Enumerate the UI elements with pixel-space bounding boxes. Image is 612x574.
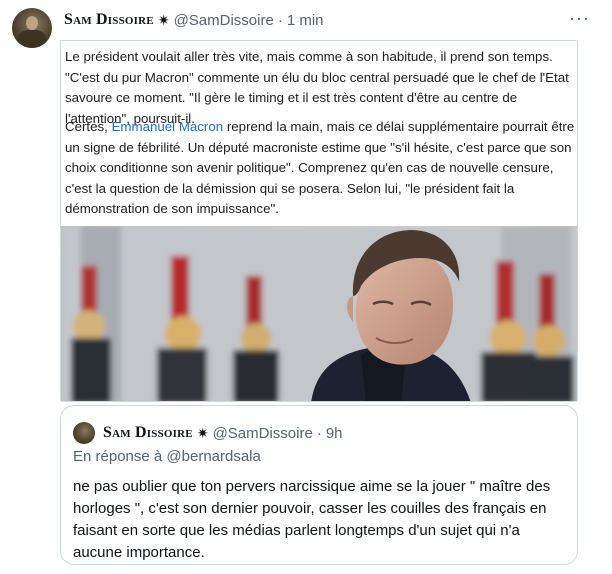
more-options-icon[interactable]: ··· [569, 8, 590, 29]
quoted-text: ne pas oublier que ton pervers narcissiq… [73, 478, 551, 561]
badge-icon: ✷ [157, 11, 170, 28]
badge-icon: ✷ [196, 424, 209, 441]
tweet-header: Sam Dissoire ✷ @SamDissoire · 1 min [64, 10, 592, 30]
article-photo[interactable] [61, 226, 577, 401]
quoted-header: Sam Dissoire ✷ @SamDissoire · 9h [103, 423, 565, 443]
quoted-tweet[interactable]: Sam Dissoire ✷ @SamDissoire · 9h En répo… [60, 405, 578, 565]
quoted-avatar[interactable] [73, 422, 95, 444]
paragraph-text: Certes, [65, 119, 112, 134]
quoted-author-name[interactable]: Sam Dissoire [103, 424, 193, 442]
macron-link[interactable]: Emmanuel Macron [112, 119, 224, 134]
article-paragraph-2: Certes, Emmanuel Macron reprend la main,… [65, 117, 577, 220]
author-name[interactable]: Sam Dissoire [64, 11, 154, 29]
avatar[interactable] [12, 8, 52, 48]
reply-mention-link[interactable]: @bernardsala [166, 448, 260, 465]
timestamp[interactable]: 1 min [287, 12, 324, 29]
quoted-timestamp[interactable]: 9h [326, 425, 343, 442]
separator: · [277, 11, 283, 29]
quoted-author-handle[interactable]: @SamDissoire [213, 425, 313, 442]
tweet: Sam Dissoire ✷ @SamDissoire · 1 min ··· … [0, 0, 612, 574]
author-handle[interactable]: @SamDissoire [174, 12, 274, 29]
separator: · [316, 424, 322, 442]
avatar-head [26, 16, 38, 30]
reply-context: En réponse à @bernardsala [73, 448, 261, 465]
photo-illustration [61, 226, 577, 401]
article-card[interactable]: Le président voulait aller très vite, ma… [60, 40, 578, 402]
avatar-body [18, 30, 46, 48]
reply-prefix: En réponse à [73, 448, 167, 465]
